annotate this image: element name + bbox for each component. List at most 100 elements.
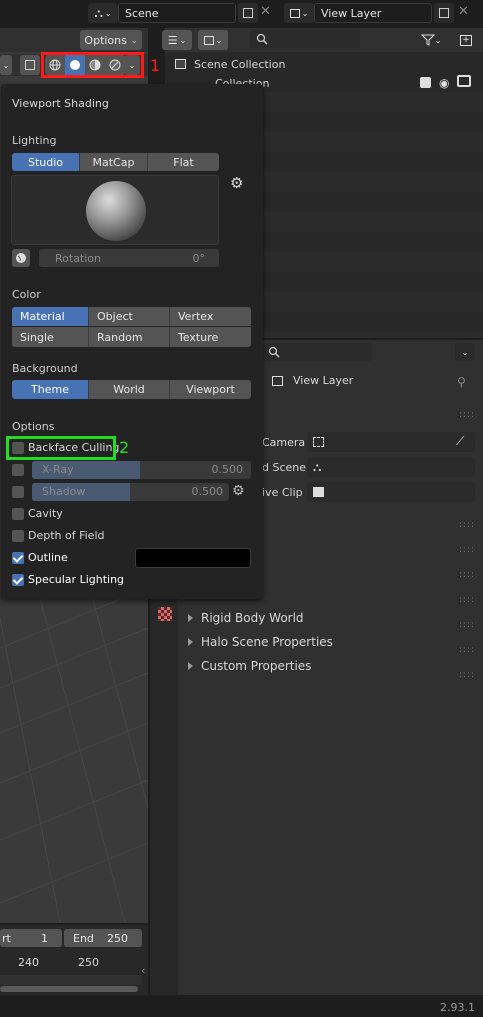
xray-icon [25,60,35,70]
pin-icon[interactable]: ⚲ [457,375,466,389]
display-mode-button[interactable]: ☰ ⌄ [162,30,192,50]
options-button[interactable]: Options ⌄ [80,30,142,50]
end-frame-label: End [73,931,94,945]
xray-label: X-Ray [42,463,74,476]
shadow-label: Shadow [42,485,86,498]
duplicate-icon [243,8,253,18]
color-vertex-button[interactable]: Vertex [170,307,251,326]
annotation-box-2 [6,436,116,460]
outline-label: Outline [28,551,68,564]
render-camera-icon[interactable] [457,75,471,87]
chevron-down-icon: ⌄ [130,35,138,45]
annotation-marker-2: 2 [119,438,130,457]
chevron-right-icon [188,638,193,646]
exclude-checkbox-icon[interactable] [420,77,431,88]
chevron-down-icon: ⌄ [179,35,187,45]
panel-halo-scene-properties[interactable]: Halo Scene Properties [188,635,333,649]
scene-selector[interactable]: ⛬ ⌄ [88,3,118,23]
drag-handle-icon: :::: [458,520,475,530]
rotation-field[interactable]: Rotation 0° [39,249,219,267]
depth-of-field-checkbox[interactable] [12,530,24,542]
properties-search-input[interactable] [262,343,372,361]
specular-lighting-label: Specular Lighting [28,573,125,586]
background-scene-field[interactable]: ⛬ [307,457,475,477]
color-option-label: Random [97,330,143,344]
start-frame-field[interactable]: rt 1 [0,929,62,947]
panel-custom-properties[interactable]: Custom Properties [188,659,311,673]
color-object-button[interactable]: Object [89,307,170,326]
outliner-row-scene-collection[interactable]: Scene Collection [165,54,483,74]
background-option-label: Viewport [186,383,235,396]
delete-scene-icon[interactable]: ✕ [260,4,271,19]
xray-checkbox[interactable] [12,464,24,476]
status-bar [0,997,483,1017]
shadow-settings-gear-icon[interactable]: ⚙ [232,483,245,499]
eyedropper-icon[interactable]: ⟋ [456,434,464,449]
drag-handle-icon: :::: [458,595,475,605]
version-label: 2.93.1 [440,1001,475,1014]
start-frame-label: rt [2,931,11,945]
chevron-down-icon: ⌄ [215,35,223,45]
panel-rigid-body-world[interactable]: Rigid Body World [188,611,304,625]
color-texture-button[interactable]: Texture [170,327,251,347]
outline-checkbox[interactable] [12,552,24,564]
outliner-search-input[interactable] [250,30,360,48]
visibility-eye-icon[interactable]: ◉ [439,76,449,90]
background-theme-button[interactable]: Theme [12,380,89,399]
new-scene-button[interactable] [238,3,258,23]
camera-field[interactable] [307,432,475,452]
world-space-lighting-icon[interactable] [12,249,30,267]
outline-color-swatch[interactable] [135,548,251,568]
color-single-button[interactable]: Single [12,327,89,347]
camera-label: Camera [262,436,306,449]
scene-name-field[interactable]: Scene [118,3,236,23]
collapse-arrow-icon[interactable]: ‹ [141,964,145,977]
lighting-studio-button[interactable]: Studio [12,153,80,171]
texture-tab-icon[interactable] [158,607,172,621]
new-view-layer-button[interactable] [434,3,454,23]
lighting-option-label: MatCap [92,155,135,169]
end-frame-field[interactable]: End 250 [64,929,142,947]
options-section-label: Options [12,420,55,433]
xray-toggle-button[interactable] [20,55,40,75]
lighting-matcap-button[interactable]: MatCap [80,153,148,171]
xray-value: 0.500 [211,463,244,476]
shadow-checkbox[interactable] [12,486,24,498]
properties-options-button[interactable]: ⌄ [455,343,475,361]
xray-alpha-slider[interactable]: X-Ray 0.500 [32,461,251,479]
lighting-section-label: Lighting [12,134,57,147]
chevron-down-icon: ⌄ [461,347,469,357]
color-material-button[interactable]: Material [12,307,89,326]
new-collection-button[interactable]: + [456,30,476,50]
active-clip-field[interactable] [307,482,475,502]
delete-view-layer-icon[interactable]: ✕ [458,4,469,19]
shadow-intensity-slider[interactable]: Shadow 0.500 [32,483,229,501]
view-layer-name-field[interactable]: View Layer [314,3,432,23]
studio-sphere-icon [86,181,146,241]
rotation-value: 0° [192,251,206,265]
background-viewport-button[interactable]: Viewport [170,380,251,399]
color-random-button[interactable]: Random [89,327,170,347]
start-frame-value: 1 [41,931,48,945]
scene-icon: ⛬ [94,5,103,20]
studio-light-preview[interactable] [11,175,219,245]
cavity-checkbox[interactable] [12,508,24,520]
specular-lighting-checkbox[interactable] [12,574,24,586]
duplicate-icon [439,8,449,18]
color-option-label: Material [20,310,65,323]
timeline-scrollbar[interactable] [0,986,138,992]
lighting-flat-button[interactable]: Flat [148,153,219,171]
view-layer-icon [203,35,214,45]
drag-handle-icon: :::: [458,545,475,555]
studio-light-settings-gear-icon[interactable]: ⚙ [230,174,243,192]
view-layer-selector[interactable]: ⌄ [284,3,314,23]
viewport-dropdown[interactable]: ⌄ [0,55,12,75]
popover-title: Viewport Shading [12,97,109,110]
filter-view-button[interactable]: ⌄ [198,30,228,50]
background-world-button[interactable]: World [89,380,170,399]
filter-button[interactable]: ⌄ [418,30,444,50]
cavity-label: Cavity [28,507,63,520]
chevron-down-icon: ⌄ [434,35,442,45]
scene-name: Scene [125,6,159,20]
panel-label: Rigid Body World [201,611,304,625]
